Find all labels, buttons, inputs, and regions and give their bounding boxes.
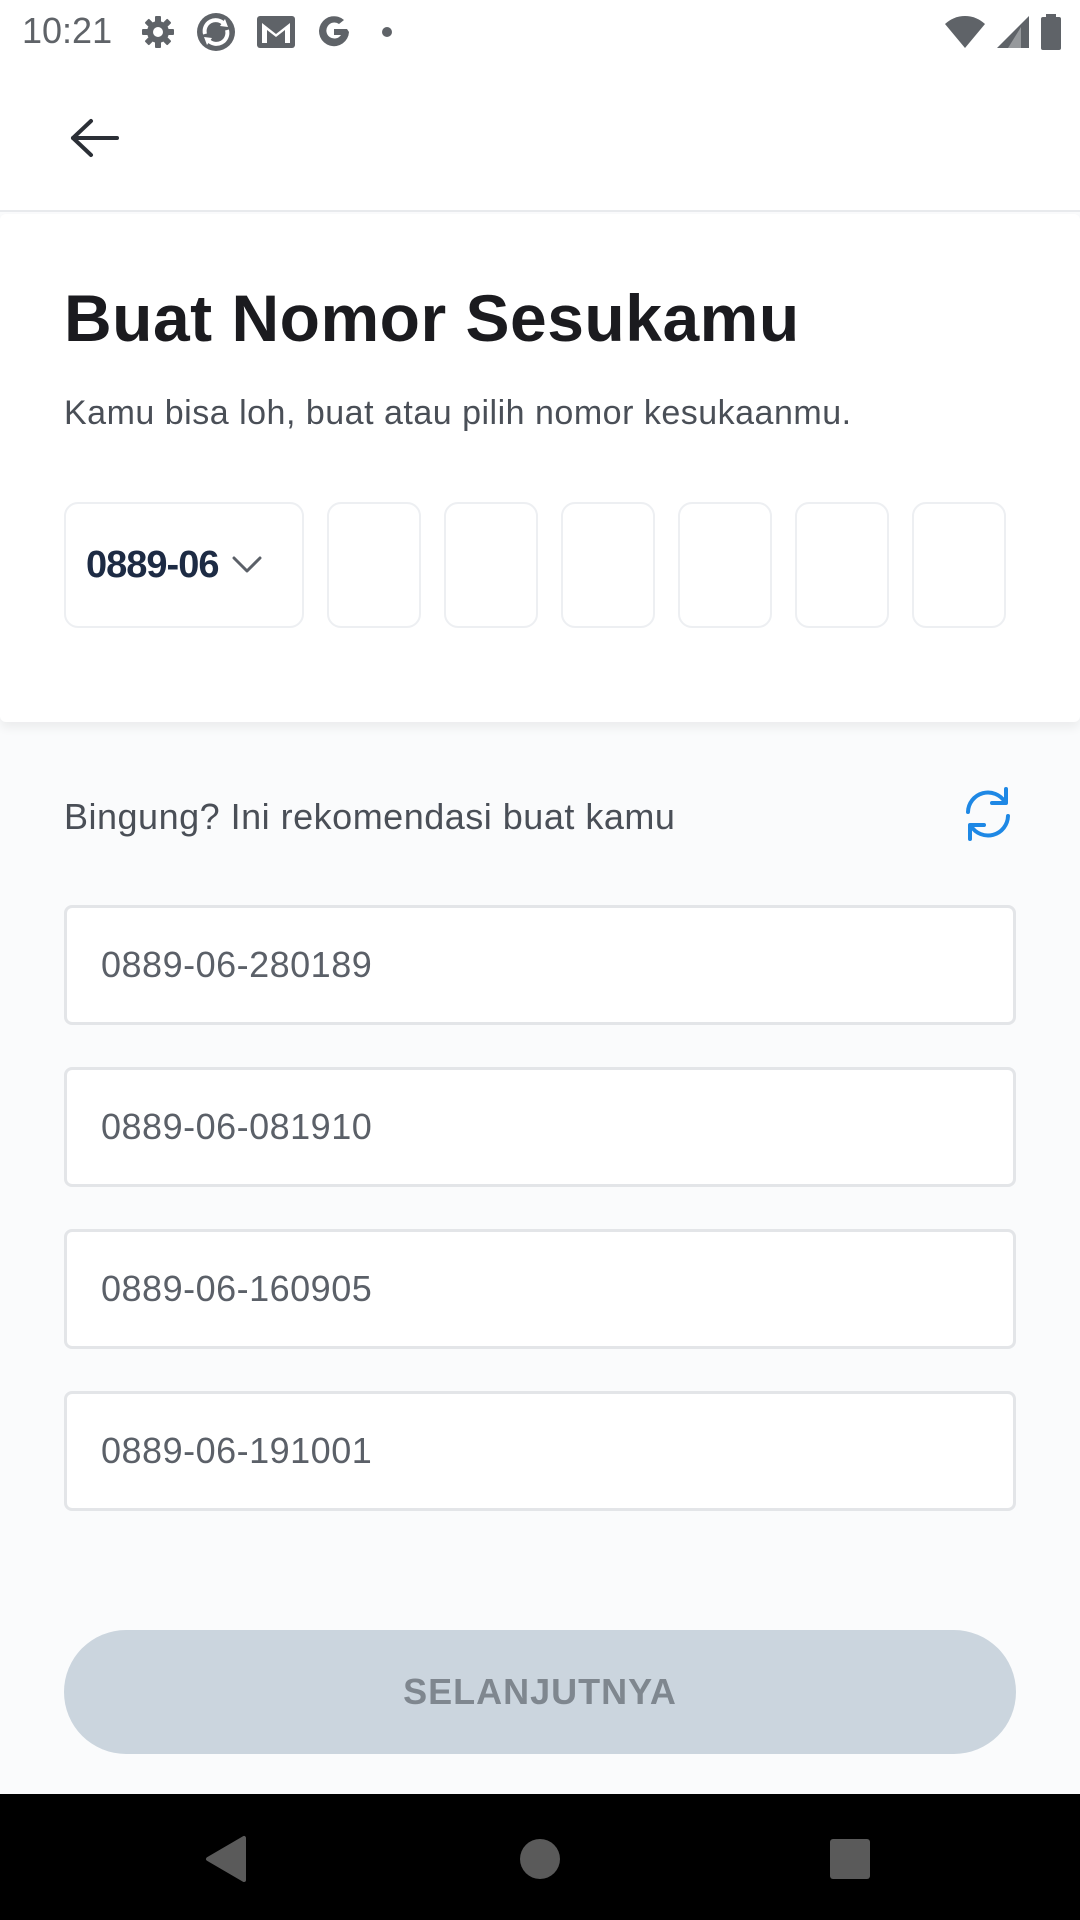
digit-input-5[interactable]: [795, 502, 889, 628]
back-triangle-icon: [206, 1836, 246, 1882]
digit-input-4[interactable]: [678, 502, 772, 628]
refresh-button[interactable]: [960, 784, 1016, 844]
recommendation-number: 0889-06-280189: [101, 944, 373, 985]
recommendation-label: Bingung? Ini rekomendasi buat kamu: [64, 796, 676, 837]
gmail-icon: [257, 16, 295, 48]
digit-input-6[interactable]: [912, 502, 1006, 628]
notification-dot-icon: [382, 27, 392, 37]
system-nav-bar: [0, 1794, 1080, 1920]
google-icon: [319, 16, 349, 47]
page-title: Buat Nomor Sesukamu: [64, 281, 800, 355]
nav-home-button[interactable]: [505, 1824, 575, 1894]
screen: 10:21 Buat Nomor Sesukamu Kamu bisa loh,…: [0, 0, 1080, 1920]
back-button[interactable]: [60, 110, 130, 166]
recents-square-icon: [830, 1839, 870, 1879]
recommendation-option[interactable]: 0889-06-191001: [64, 1391, 1016, 1511]
prefix-dropdown[interactable]: 0889-06: [64, 502, 304, 628]
recommendation-number: 0889-06-160905: [101, 1268, 373, 1309]
page-subtitle: Kamu bisa loh, buat atau pilih nomor kes…: [64, 394, 852, 432]
refresh-icon: [966, 787, 1010, 841]
digit-input-2[interactable]: [444, 502, 538, 628]
recommendation-option[interactable]: 0889-06-160905: [64, 1229, 1016, 1349]
battery-icon: [1041, 14, 1061, 50]
status-bar: 10:21: [0, 0, 1080, 64]
arrow-left-icon: [71, 119, 119, 157]
nav-recents-button[interactable]: [815, 1824, 885, 1894]
settings-icon: [142, 16, 174, 48]
status-icons-left: [140, 12, 402, 52]
app-bar: [0, 64, 1080, 212]
recommendation-number: 0889-06-081910: [101, 1106, 373, 1147]
signal-icon: [997, 16, 1029, 48]
nav-back-button[interactable]: [190, 1824, 260, 1894]
number-builder-card: Buat Nomor Sesukamu Kamu bisa loh, buat …: [0, 214, 1080, 722]
next-button[interactable]: SELANJUTNYA: [64, 1630, 1016, 1754]
prefix-value: 0889-06: [86, 543, 219, 586]
recommendation-number: 0889-06-191001: [101, 1430, 373, 1471]
wifi-icon: [945, 16, 985, 48]
home-circle-icon: [520, 1839, 560, 1879]
sync-app-icon: [197, 13, 235, 51]
status-time: 10:21: [22, 10, 113, 51]
chevron-down-icon: [232, 556, 262, 573]
status-icons-right: [944, 12, 1062, 52]
next-button-label: SELANJUTNYA: [403, 1671, 677, 1712]
recommendation-option[interactable]: 0889-06-081910: [64, 1067, 1016, 1187]
digit-input-3[interactable]: [561, 502, 655, 628]
digit-input-1[interactable]: [327, 502, 421, 628]
recommendation-option[interactable]: 0889-06-280189: [64, 905, 1016, 1025]
